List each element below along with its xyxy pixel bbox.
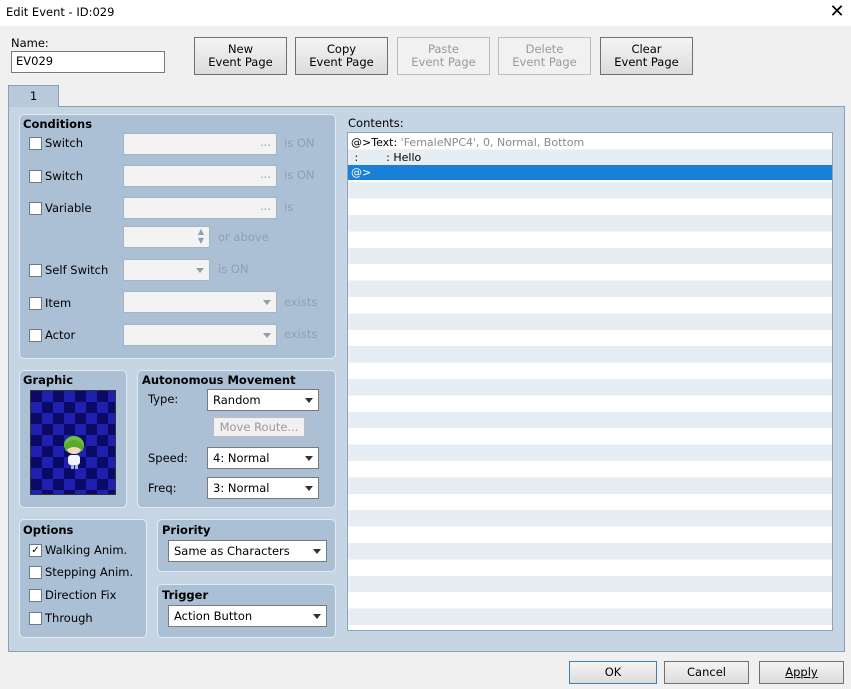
variable-label: Variable (45, 201, 92, 215)
item-dropdown[interactable] (123, 291, 277, 313)
switch1-label: Switch (45, 136, 84, 150)
through-label: Through (45, 611, 93, 625)
new-page-line2: Event Page (208, 55, 273, 69)
chevron-down-icon (263, 333, 271, 338)
variable-or-above: or above (218, 230, 269, 244)
name-input[interactable]: EV029 (11, 51, 165, 73)
walking-anim-checkbox[interactable]: ✓ (29, 544, 42, 557)
switch2-field[interactable]: ... (123, 165, 277, 187)
switch1-field[interactable]: ... (123, 133, 277, 155)
title-bar (0, 0, 851, 26)
tab-page-1[interactable]: 1 (8, 85, 59, 107)
conditions-title: Conditions (23, 117, 93, 131)
switch2-checkbox[interactable] (29, 170, 42, 183)
command-prefix: : : (351, 151, 394, 164)
actor-dropdown[interactable] (123, 324, 277, 346)
delete-page-line2: Event Page (512, 55, 577, 69)
trigger-dropdown[interactable]: Action Button (168, 605, 327, 627)
copy-event-page-button[interactable]: Copy Event Page (295, 37, 388, 75)
delete-event-page-button[interactable]: Delete Event Page (498, 37, 591, 75)
switch2-ellipsis: ... (260, 167, 271, 181)
trigger-title: Trigger (162, 588, 209, 602)
chevron-down-icon (305, 398, 313, 403)
ok-button[interactable]: OK (569, 661, 657, 684)
speed-dropdown[interactable]: 4: Normal (207, 447, 319, 469)
clear-event-page-button[interactable]: Clear Event Page (600, 37, 693, 75)
priority-title: Priority (162, 523, 211, 537)
chevron-down-icon (305, 456, 313, 461)
self-switch-checkbox[interactable] (29, 264, 42, 277)
freq-value: 3: Normal (213, 481, 270, 495)
variable-checkbox[interactable] (29, 202, 42, 215)
freq-dropdown[interactable]: 3: Normal (207, 477, 319, 499)
window-title: Edit Event - ID:029 (6, 5, 115, 19)
character-sprite-icon (64, 436, 84, 469)
paste-event-page-button[interactable]: Paste Event Page (397, 37, 490, 75)
contents-list[interactable]: @>Text: 'FemaleNPC4', 0, Normal, Bottom … (347, 132, 833, 631)
freq-label: Freq: (148, 481, 177, 495)
graphic-title: Graphic (23, 373, 74, 387)
stepping-anim-checkbox[interactable] (29, 566, 42, 579)
chevron-down-icon (196, 268, 204, 273)
options-title: Options (23, 523, 74, 537)
contents-label: Contents: (348, 116, 404, 130)
stepping-anim-label: Stepping Anim. (45, 565, 134, 579)
copy-page-line2: Event Page (309, 55, 374, 69)
switch1-ellipsis: ... (260, 135, 271, 149)
actor-checkbox[interactable] (29, 329, 42, 342)
close-icon[interactable]: ✕ (826, 2, 848, 24)
switch2-suffix: is ON (284, 168, 315, 182)
actor-suffix: exists (284, 327, 318, 341)
list-item-selected[interactable]: @> (348, 165, 832, 180)
graphic-preview[interactable] (30, 390, 116, 495)
chevron-down-icon (263, 300, 271, 305)
list-item[interactable]: : : Hello (348, 150, 832, 165)
command-prefix: @>Text: (351, 136, 398, 149)
movement-type-value: Random (213, 393, 261, 407)
paste-page-line2: Event Page (411, 55, 476, 69)
type-label: Type: (148, 392, 179, 406)
clear-page-line2: Event Page (614, 55, 679, 69)
variable-field[interactable]: ... (123, 197, 277, 219)
switch1-suffix: is ON (284, 136, 315, 150)
name-label: Name: (11, 36, 49, 50)
chevron-down-icon (313, 549, 321, 554)
item-checkbox[interactable] (29, 297, 42, 310)
variable-ellipsis: ... (260, 199, 271, 213)
variable-value-spinner[interactable]: ▲ ▼ (123, 226, 210, 248)
self-switch-dropdown[interactable] (123, 259, 210, 281)
chevron-down-icon (305, 486, 313, 491)
move-route-button[interactable]: Move Route... (213, 417, 305, 437)
direction-fix-label: Direction Fix (45, 588, 117, 602)
new-event-page-button[interactable]: New Event Page (194, 37, 287, 75)
apply-button[interactable]: Apply (759, 661, 844, 684)
movement-type-dropdown[interactable]: Random (207, 389, 319, 411)
speed-label: Speed: (148, 451, 188, 465)
command-args: 'FemaleNPC4', 0, Normal, Bottom (400, 136, 585, 149)
direction-fix-checkbox[interactable] (29, 589, 42, 602)
chevron-down-icon (313, 614, 321, 619)
walking-anim-label: Walking Anim. (45, 543, 128, 557)
list-item[interactable]: @>Text: 'FemaleNPC4', 0, Normal, Bottom (348, 135, 832, 150)
item-label: Item (45, 296, 72, 310)
movement-title: Autonomous Movement (142, 373, 296, 387)
variable-suffix: is (284, 200, 294, 214)
self-switch-suffix: is ON (218, 262, 249, 276)
self-switch-label: Self Switch (45, 263, 109, 277)
switch1-checkbox[interactable] (29, 137, 42, 150)
spinner-arrows-icon: ▲ ▼ (197, 227, 204, 245)
through-checkbox[interactable] (29, 612, 42, 625)
trigger-value: Action Button (174, 609, 253, 623)
priority-dropdown[interactable]: Same as Characters (168, 540, 327, 562)
speed-value: 4: Normal (213, 451, 270, 465)
cancel-button[interactable]: Cancel (664, 661, 749, 684)
switch2-label: Switch (45, 169, 84, 183)
command-text: Hello (393, 151, 422, 164)
priority-value: Same as Characters (174, 544, 290, 558)
actor-label: Actor (45, 328, 76, 342)
check-icon: ✓ (31, 545, 40, 556)
item-suffix: exists (284, 295, 318, 309)
